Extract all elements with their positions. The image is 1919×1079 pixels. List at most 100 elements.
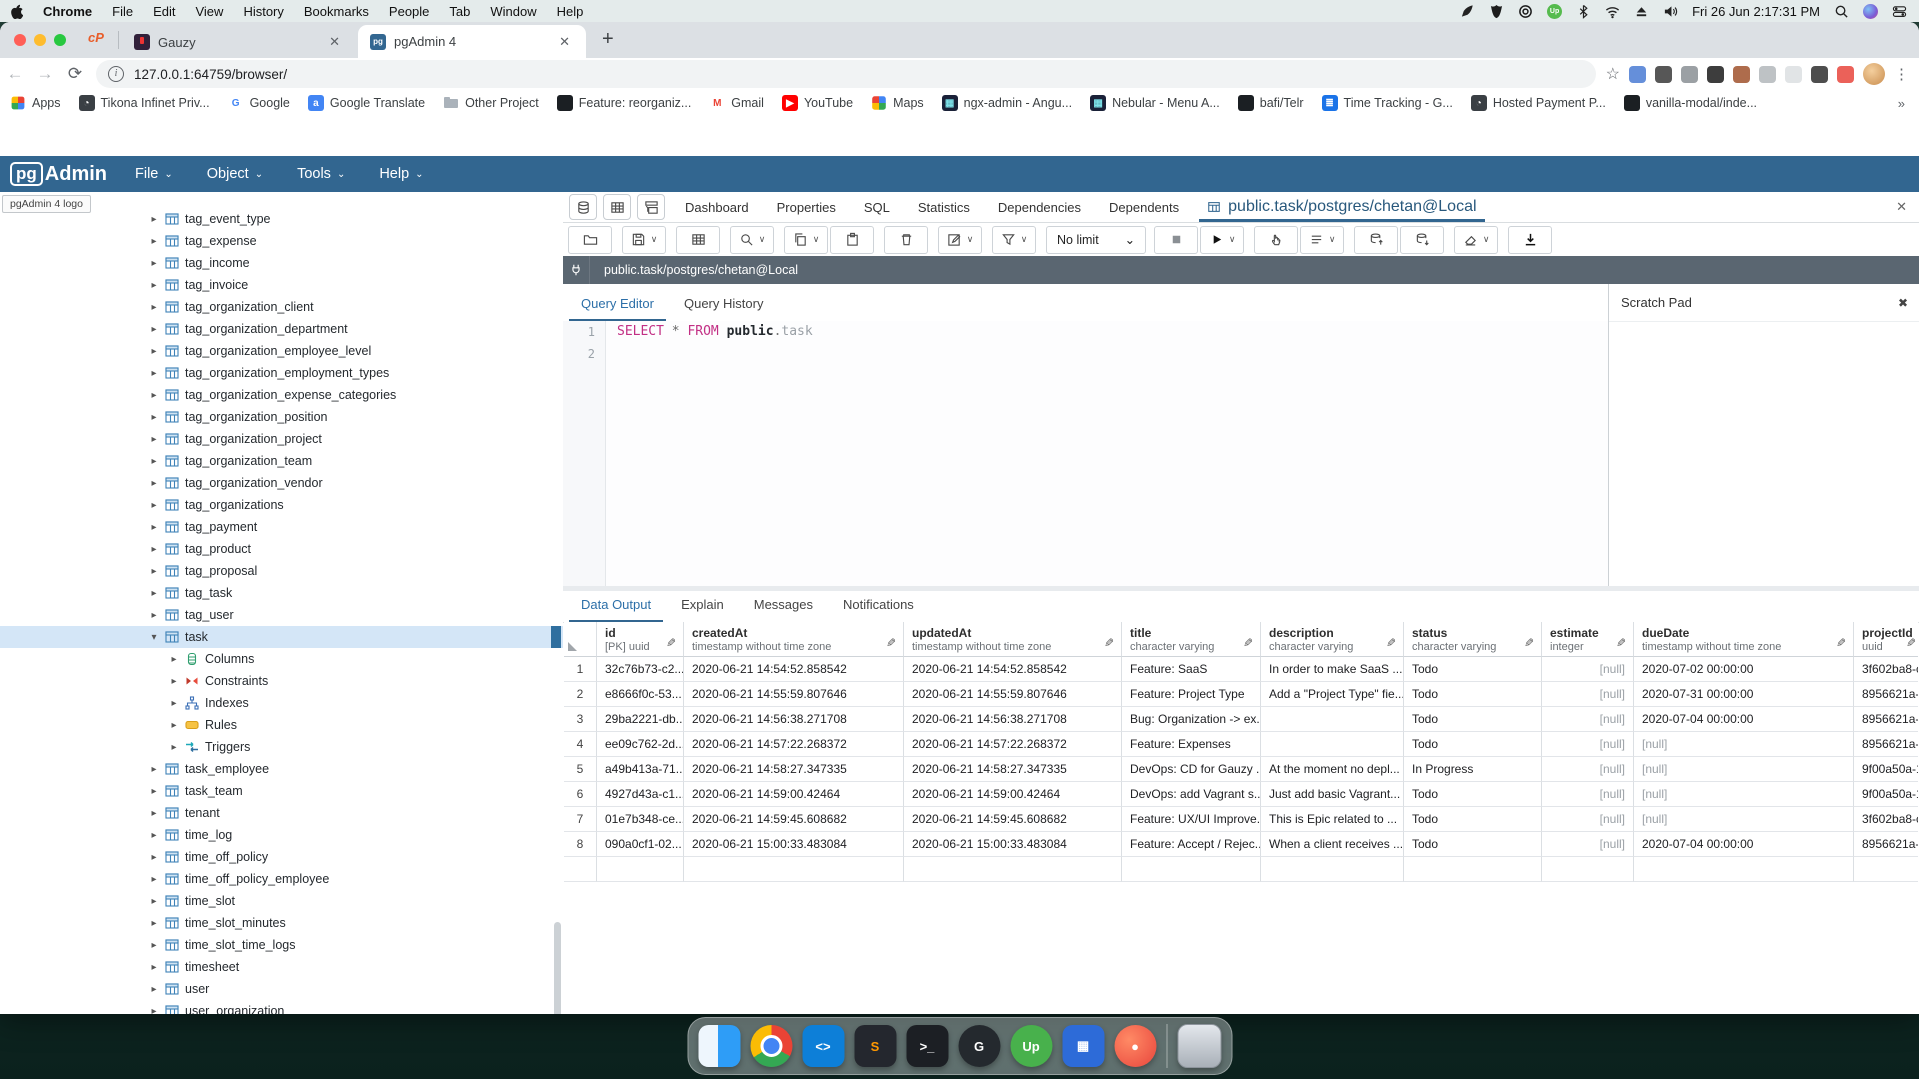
cell[interactable]: 8956621a-2... xyxy=(1854,682,1918,707)
row-number[interactable]: 8 xyxy=(564,832,597,857)
chevron-right-icon[interactable]: ▸ xyxy=(168,676,180,687)
cell[interactable]: In Progress xyxy=(1404,757,1542,782)
empty-cell[interactable] xyxy=(684,857,904,882)
spiral-app-icon[interactable] xyxy=(1518,4,1533,19)
cell[interactable]: 2020-06-21 14:56:38.271708 xyxy=(904,707,1122,732)
tree-item-tag_payment[interactable]: ▸tag_payment xyxy=(0,516,563,538)
chevron-right-icon[interactable]: ▸ xyxy=(168,720,180,731)
edit-column-icon[interactable]: ✎ xyxy=(886,636,896,650)
tree-item-tag_invoice[interactable]: ▸tag_invoice xyxy=(0,274,563,296)
chevron-right-icon[interactable]: ▸ xyxy=(168,698,180,709)
row-number[interactable]: 4 xyxy=(564,732,597,757)
cell[interactable]: Bug: Organization -> ex... xyxy=(1122,707,1261,732)
bookmark-item[interactable]: ◔Tikona Infinet Priv... xyxy=(79,95,210,111)
cell[interactable]: Add a "Project Type" fie... xyxy=(1261,682,1404,707)
menubar-menu-view[interactable]: View xyxy=(185,4,233,19)
cell[interactable]: 2020-06-21 14:55:59.807646 xyxy=(684,682,904,707)
tab-explain[interactable]: Explain xyxy=(669,597,736,622)
close-window-button[interactable] xyxy=(14,34,26,46)
object-explorer-toggle-button[interactable] xyxy=(569,194,597,220)
chevron-right-icon[interactable]: ▸ xyxy=(148,236,160,247)
bookmark-item[interactable]: ◔Hosted Payment P... xyxy=(1471,95,1606,111)
cell[interactable]: [null] xyxy=(1542,832,1634,857)
row-number[interactable]: 2 xyxy=(564,682,597,707)
cell[interactable]: Todo xyxy=(1404,707,1542,732)
empty-cell[interactable] xyxy=(1404,857,1542,882)
column-header-status[interactable]: statuscharacter varying✎ xyxy=(1404,622,1542,657)
zoom-window-button[interactable] xyxy=(54,34,66,46)
close-panel-icon[interactable]: ✕ xyxy=(1896,199,1907,215)
volume-icon[interactable] xyxy=(1663,4,1678,19)
download-results-button[interactable] xyxy=(1508,226,1552,254)
menubar-menu-help[interactable]: Help xyxy=(547,4,594,19)
chevron-right-icon[interactable]: ▸ xyxy=(168,654,180,665)
empty-cell[interactable] xyxy=(1542,857,1634,882)
execute-query-button[interactable]: ∨ xyxy=(1200,226,1244,254)
chevron-right-icon[interactable]: ▸ xyxy=(148,522,160,533)
empty-cell[interactable] xyxy=(1854,857,1918,882)
column-header-id[interactable]: id[PK] uuid✎ xyxy=(597,622,684,657)
cell[interactable]: Just add basic Vagrant... xyxy=(1261,782,1404,807)
save-button[interactable]: ∨ xyxy=(622,226,666,254)
tree-item-task_employee[interactable]: ▸task_employee xyxy=(0,758,563,780)
chevron-right-icon[interactable]: ▸ xyxy=(148,830,160,841)
bookmark-item[interactable]: ▶YouTube xyxy=(782,95,853,111)
eject-icon[interactable] xyxy=(1634,4,1649,19)
cell[interactable]: 8956621a-2... xyxy=(1854,732,1918,757)
column-header-description[interactable]: descriptioncharacter varying✎ xyxy=(1261,622,1404,657)
tree-item-user_organization[interactable]: ▸user_organization xyxy=(0,1000,563,1014)
extension-icon[interactable] xyxy=(1733,66,1750,83)
chevron-right-icon[interactable]: ▸ xyxy=(148,852,160,863)
bookmark-item[interactable]: bafi/Telr xyxy=(1238,95,1304,111)
cell[interactable]: 2020-07-04 00:00:00 xyxy=(1634,832,1854,857)
edit-column-icon[interactable]: ✎ xyxy=(1524,636,1534,650)
chevron-right-icon[interactable]: ▸ xyxy=(148,258,160,269)
chevron-right-icon[interactable]: ▸ xyxy=(148,346,160,357)
menubar-menu-bookmarks[interactable]: Bookmarks xyxy=(294,4,379,19)
delete-row-button[interactable] xyxy=(884,226,928,254)
paste-button[interactable] xyxy=(830,226,874,254)
tree-item-tag_income[interactable]: ▸tag_income xyxy=(0,252,563,274)
tree-item-time_slot[interactable]: ▸time_slot xyxy=(0,890,563,912)
chevron-right-icon[interactable]: ▸ xyxy=(148,544,160,555)
cell[interactable]: 2020-06-21 14:56:38.271708 xyxy=(684,707,904,732)
apple-menu[interactable] xyxy=(0,4,33,19)
commit-button[interactable] xyxy=(1254,226,1298,254)
spotlight-icon[interactable] xyxy=(1834,4,1849,19)
row-number[interactable]: 1 xyxy=(564,657,597,682)
chevron-right-icon[interactable]: ▸ xyxy=(148,918,160,929)
tree-item-constraints[interactable]: ▸Constraints xyxy=(0,670,563,692)
chevron-right-icon[interactable]: ▸ xyxy=(148,962,160,973)
tree-item-task[interactable]: ▾task xyxy=(0,626,563,648)
tab-query-editor[interactable]: Query Editor xyxy=(569,296,666,321)
find-button[interactable]: ∨ xyxy=(730,226,774,254)
bookmark-item[interactable]: vanilla-modal/inde... xyxy=(1624,95,1757,111)
cell[interactable]: 01e7b348-ce... xyxy=(597,807,684,832)
cell[interactable]: 32c76b73-c2... xyxy=(597,657,684,682)
fetch-rows-button[interactable] xyxy=(1400,226,1444,254)
cell[interactable]: 2020-06-21 14:58:27.347335 xyxy=(684,757,904,782)
pgadmin-menu-help[interactable]: Help⌄ xyxy=(379,166,423,182)
profile-avatar[interactable] xyxy=(1863,63,1885,85)
tree-item-tag_organization_employment_types[interactable]: ▸tag_organization_employment_types xyxy=(0,362,563,384)
cell[interactable]: Feature: UX/UI Improve... xyxy=(1122,807,1261,832)
tree-item-timesheet[interactable]: ▸timesheet xyxy=(0,956,563,978)
minimize-window-button[interactable] xyxy=(34,34,46,46)
tree-item-tag_organization_vendor[interactable]: ▸tag_organization_vendor xyxy=(0,472,563,494)
cell[interactable]: 29ba2221-db... xyxy=(597,707,684,732)
tab-notifications[interactable]: Notifications xyxy=(831,597,926,622)
chevron-right-icon[interactable]: ▸ xyxy=(148,808,160,819)
chevron-right-icon[interactable]: ▸ xyxy=(148,940,160,951)
siri-icon[interactable] xyxy=(1863,4,1878,19)
cell[interactable]: 2020-06-21 14:59:45.608682 xyxy=(684,807,904,832)
cell[interactable]: 2020-06-21 15:00:33.483084 xyxy=(684,832,904,857)
cell[interactable]: [null] xyxy=(1634,807,1854,832)
chevron-right-icon[interactable]: ▸ xyxy=(148,390,160,401)
cell[interactable] xyxy=(1261,732,1404,757)
remote-app-icon[interactable]: ▦ xyxy=(1062,1025,1104,1067)
tree-item-triggers[interactable]: ▸Triggers xyxy=(0,736,563,758)
cell[interactable]: 2020-07-02 00:00:00 xyxy=(1634,657,1854,682)
trash-icon[interactable] xyxy=(1177,1024,1221,1068)
extension-icon[interactable] xyxy=(1759,66,1776,83)
github-desktop-icon[interactable]: G xyxy=(958,1025,1000,1067)
